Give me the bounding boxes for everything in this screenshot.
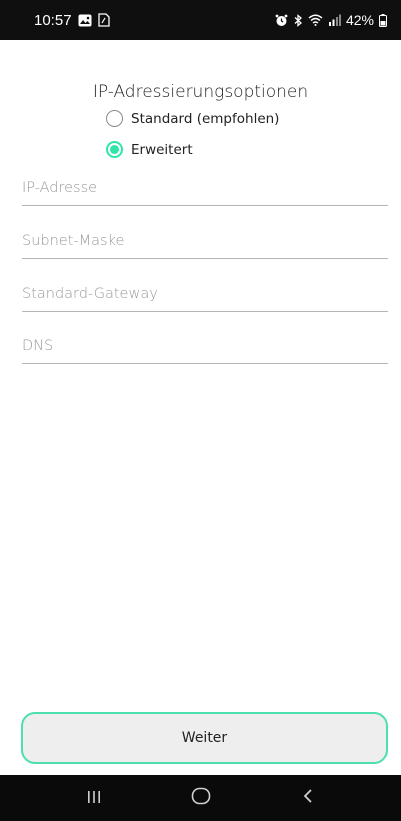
wifi-icon bbox=[308, 14, 323, 26]
radio-option-standard-label: Standard (empfohlen) bbox=[131, 110, 280, 127]
weiter-button-label: Weiter bbox=[181, 730, 228, 746]
back-button[interactable] bbox=[278, 778, 338, 818]
status-bar: 10:57 42% bbox=[0, 0, 401, 40]
status-right: 42% bbox=[275, 12, 387, 28]
ip-address-input[interactable] bbox=[22, 170, 388, 205]
section-title: IP-Adressierungsoptionen bbox=[92, 82, 309, 102]
home-icon bbox=[191, 787, 211, 809]
battery-icon bbox=[379, 13, 387, 27]
main-content: IP-Adressierungsoptionen Standard (empfo… bbox=[0, 40, 401, 775]
subnet-mask-field[interactable] bbox=[22, 223, 388, 259]
alarm-icon bbox=[275, 14, 288, 27]
dns-input[interactable] bbox=[22, 328, 388, 363]
radio-unchecked-icon[interactable] bbox=[106, 110, 123, 127]
default-gateway-input[interactable] bbox=[22, 276, 388, 311]
sim-icon bbox=[97, 13, 110, 27]
home-button[interactable] bbox=[171, 778, 231, 818]
dns-field[interactable] bbox=[22, 328, 388, 364]
ip-address-field[interactable] bbox=[22, 170, 388, 206]
status-time: 10:57 bbox=[34, 11, 72, 29]
navigation-bar bbox=[0, 775, 401, 821]
battery-percent: 42% bbox=[345, 12, 374, 28]
radio-checked-icon[interactable] bbox=[106, 141, 123, 158]
subnet-mask-input[interactable] bbox=[22, 223, 388, 258]
weiter-button[interactable]: Weiter bbox=[21, 712, 388, 764]
signal-icon bbox=[328, 14, 341, 26]
recent-apps-button[interactable] bbox=[64, 778, 124, 818]
back-icon bbox=[302, 788, 314, 808]
status-left: 10:57 bbox=[34, 12, 110, 29]
radio-option-standard[interactable]: Standard (empfohlen) bbox=[106, 110, 279, 127]
recent-apps-icon bbox=[86, 789, 102, 808]
radio-option-erweitert[interactable]: Erweitert bbox=[106, 141, 193, 158]
default-gateway-field[interactable] bbox=[22, 276, 388, 312]
bluetooth-icon bbox=[293, 13, 303, 27]
image-icon bbox=[78, 14, 92, 27]
radio-option-erweitert-label: Erweitert bbox=[131, 141, 193, 158]
